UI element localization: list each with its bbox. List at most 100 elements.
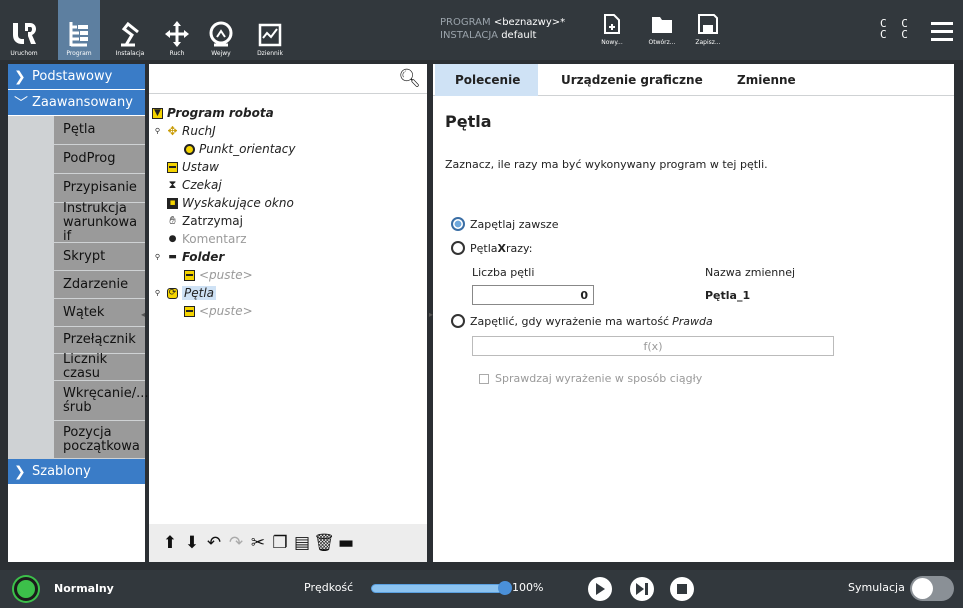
program-icon <box>69 22 88 47</box>
adv-item-timer[interactable]: Licznik czasu <box>54 353 145 381</box>
category-basic[interactable]: ❯ Podstawowy <box>8 64 145 90</box>
radio-icon <box>451 314 465 328</box>
loop-always-option[interactable]: Zapętlaj zawsze <box>451 217 558 231</box>
collapse-triangle-icon: ▼ <box>152 107 163 119</box>
hamburger-menu-icon[interactable] <box>931 22 953 46</box>
program-label: Program <box>66 50 92 57</box>
tree-node-set[interactable]: Ustaw <box>167 159 219 175</box>
comment-label: Komentarz <box>182 232 247 246</box>
expression-input[interactable]: f(x) <box>472 336 834 356</box>
play-button[interactable] <box>588 577 612 601</box>
log-label: Dziennik <box>257 50 283 57</box>
loop-count-input[interactable]: 0 <box>472 285 594 305</box>
category-advanced[interactable]: ﹀ Zaawansowany <box>8 90 145 116</box>
tree-node-halt[interactable]: ✋︎ Zatrzymaj <box>167 213 243 229</box>
radio-selected-icon <box>451 217 465 231</box>
tree-search-input[interactable]: 🔍︎ <box>149 64 427 94</box>
tree-root-label: Program robota <box>167 106 274 120</box>
tree-node-wait[interactable]: ⧗ Czekaj <box>167 177 222 193</box>
adv-item-loop[interactable]: Pętla <box>54 116 145 145</box>
tab-command[interactable]: Polecenie <box>435 64 538 96</box>
save-file-button[interactable]: Zapisz... <box>688 14 728 60</box>
move-button[interactable]: Ruch <box>160 0 194 60</box>
new-file-label: Nowy... <box>601 39 623 46</box>
install-key: INSTALACJA <box>440 30 499 41</box>
loop-times-label-b: razy: <box>506 241 533 255</box>
log-button[interactable]: Dziennik <box>250 0 290 60</box>
placeholder-icon <box>184 305 195 317</box>
run-button[interactable]: Uruchom <box>4 0 44 60</box>
status-indicator-icon[interactable] <box>14 577 38 601</box>
collapse-left-handle[interactable]: ◂ <box>141 310 149 319</box>
adv-item-screwing[interactable]: Wkręcanie/... śrub <box>54 381 148 421</box>
io-button[interactable]: Wejwy <box>203 0 239 60</box>
category-templates[interactable]: ❯ Szablony <box>8 459 145 485</box>
open-file-button[interactable]: Otwórz... <box>642 14 682 60</box>
chevron-right-icon: ❯ <box>14 463 26 480</box>
tab-variables[interactable]: Zmienne <box>737 64 796 96</box>
io-icon <box>209 21 233 47</box>
tree-node-empty-2[interactable]: <puste> <box>184 303 253 319</box>
new-file-icon <box>604 14 620 34</box>
loop-label: Pętla <box>182 286 217 300</box>
program-key: PROGRAM <box>440 17 491 28</box>
tree-node-comment[interactable]: ● Komentarz <box>167 231 247 247</box>
tree-node-folder[interactable]: ⚲ ▬ Folder <box>152 249 224 265</box>
move-down-icon[interactable]: ⬇ <box>181 533 203 553</box>
adv-item-script[interactable]: Skrypt <box>54 243 145 271</box>
expand-dot-icon: ⚲ <box>154 127 161 135</box>
simulation-toggle[interactable] <box>910 576 954 601</box>
adv-item-subprog[interactable]: PodProg <box>54 145 145 174</box>
speed-slider-track[interactable] <box>371 584 503 593</box>
speed-label: Prędkość <box>304 581 354 594</box>
play-icon <box>596 583 605 595</box>
adv-item-assignment[interactable]: Przypisanie <box>54 174 145 203</box>
redo-icon[interactable]: ↷ <box>225 533 247 553</box>
halt-label: Zatrzymaj <box>182 214 243 228</box>
tab-graphics[interactable]: Urządzenie graficzne <box>561 64 703 96</box>
tree-root[interactable]: ▼ Program robota <box>152 105 274 121</box>
adv-item-event[interactable]: Zdarzenie <box>54 271 145 299</box>
loop-count-label: Liczba pętli <box>472 266 535 279</box>
loop-icon: ⟳ <box>167 287 178 299</box>
tree-node-loop[interactable]: ⚲ ⟳ Pętla <box>152 285 217 301</box>
program-tab-button[interactable]: Program <box>58 0 100 60</box>
wait-label: Czekaj <box>182 178 222 192</box>
top-bar: Uruchom Program Instalacja Ruch Wejwy Dz… <box>0 0 963 60</box>
tree-node-ruchj[interactable]: ⚲ ✥ RuchJ <box>152 123 216 139</box>
continuous-check-checkbox[interactable]: Sprawdzaj wyrażenie w sposób ciągły <box>479 372 702 385</box>
adv-item-thread[interactable]: Wątek <box>54 299 145 327</box>
tree-node-waypoint[interactable]: Punkt_orientacy <box>184 141 295 157</box>
move-icon: ✥ <box>167 124 178 138</box>
loop-expr-label: Zapętlić, gdy wyrażenie ma wartość <box>470 314 670 328</box>
move-up-icon[interactable]: ⬆ <box>159 533 181 553</box>
expand-dot-icon: ⚲ <box>154 289 161 297</box>
paste-icon[interactable]: ▤ <box>291 533 313 553</box>
copy-icon[interactable]: ❐ <box>269 533 291 553</box>
undo-icon[interactable]: ↶ <box>203 533 225 553</box>
chevron-right-icon: ❯ <box>14 68 26 85</box>
loop-times-option[interactable]: Pętla X razy: <box>451 241 532 255</box>
adv-item-switch[interactable]: Przełącznik <box>54 327 145 354</box>
loop-always-label: Zapętlaj zawsze <box>470 217 559 231</box>
step-button[interactable] <box>630 577 654 601</box>
tree-node-popup[interactable]: ▪ Wyskakujące okno <box>167 195 294 211</box>
comment-icon: ● <box>168 234 177 244</box>
suppress-icon[interactable]: ▬ <box>335 533 357 553</box>
stop-button[interactable] <box>670 577 694 601</box>
ruchj-label: RuchJ <box>182 124 216 138</box>
popup-label: Wyskakujące okno <box>182 196 294 210</box>
new-file-button[interactable]: Nowy... <box>592 14 632 60</box>
adv-item-home[interactable]: Pozycja początkowa <box>54 421 145 459</box>
tree-node-empty-1[interactable]: <puste> <box>184 267 253 283</box>
installation-label: Instalacja <box>115 50 145 57</box>
delete-icon[interactable]: 🗑︎ <box>313 533 335 553</box>
loop-expression-option[interactable]: Zapętlić, gdy wyrażenie ma wartość Prawd… <box>451 314 713 328</box>
set-label: Ustaw <box>182 160 219 174</box>
folder-label: Folder <box>182 250 225 264</box>
installation-button[interactable]: Instalacja <box>108 0 152 60</box>
cut-icon[interactable]: ✂ <box>247 533 269 553</box>
adv-item-if[interactable]: Instrukcja warunkowa if <box>54 201 145 243</box>
speed-slider-handle[interactable] <box>498 581 512 595</box>
empty1-label: <puste> <box>199 268 253 282</box>
